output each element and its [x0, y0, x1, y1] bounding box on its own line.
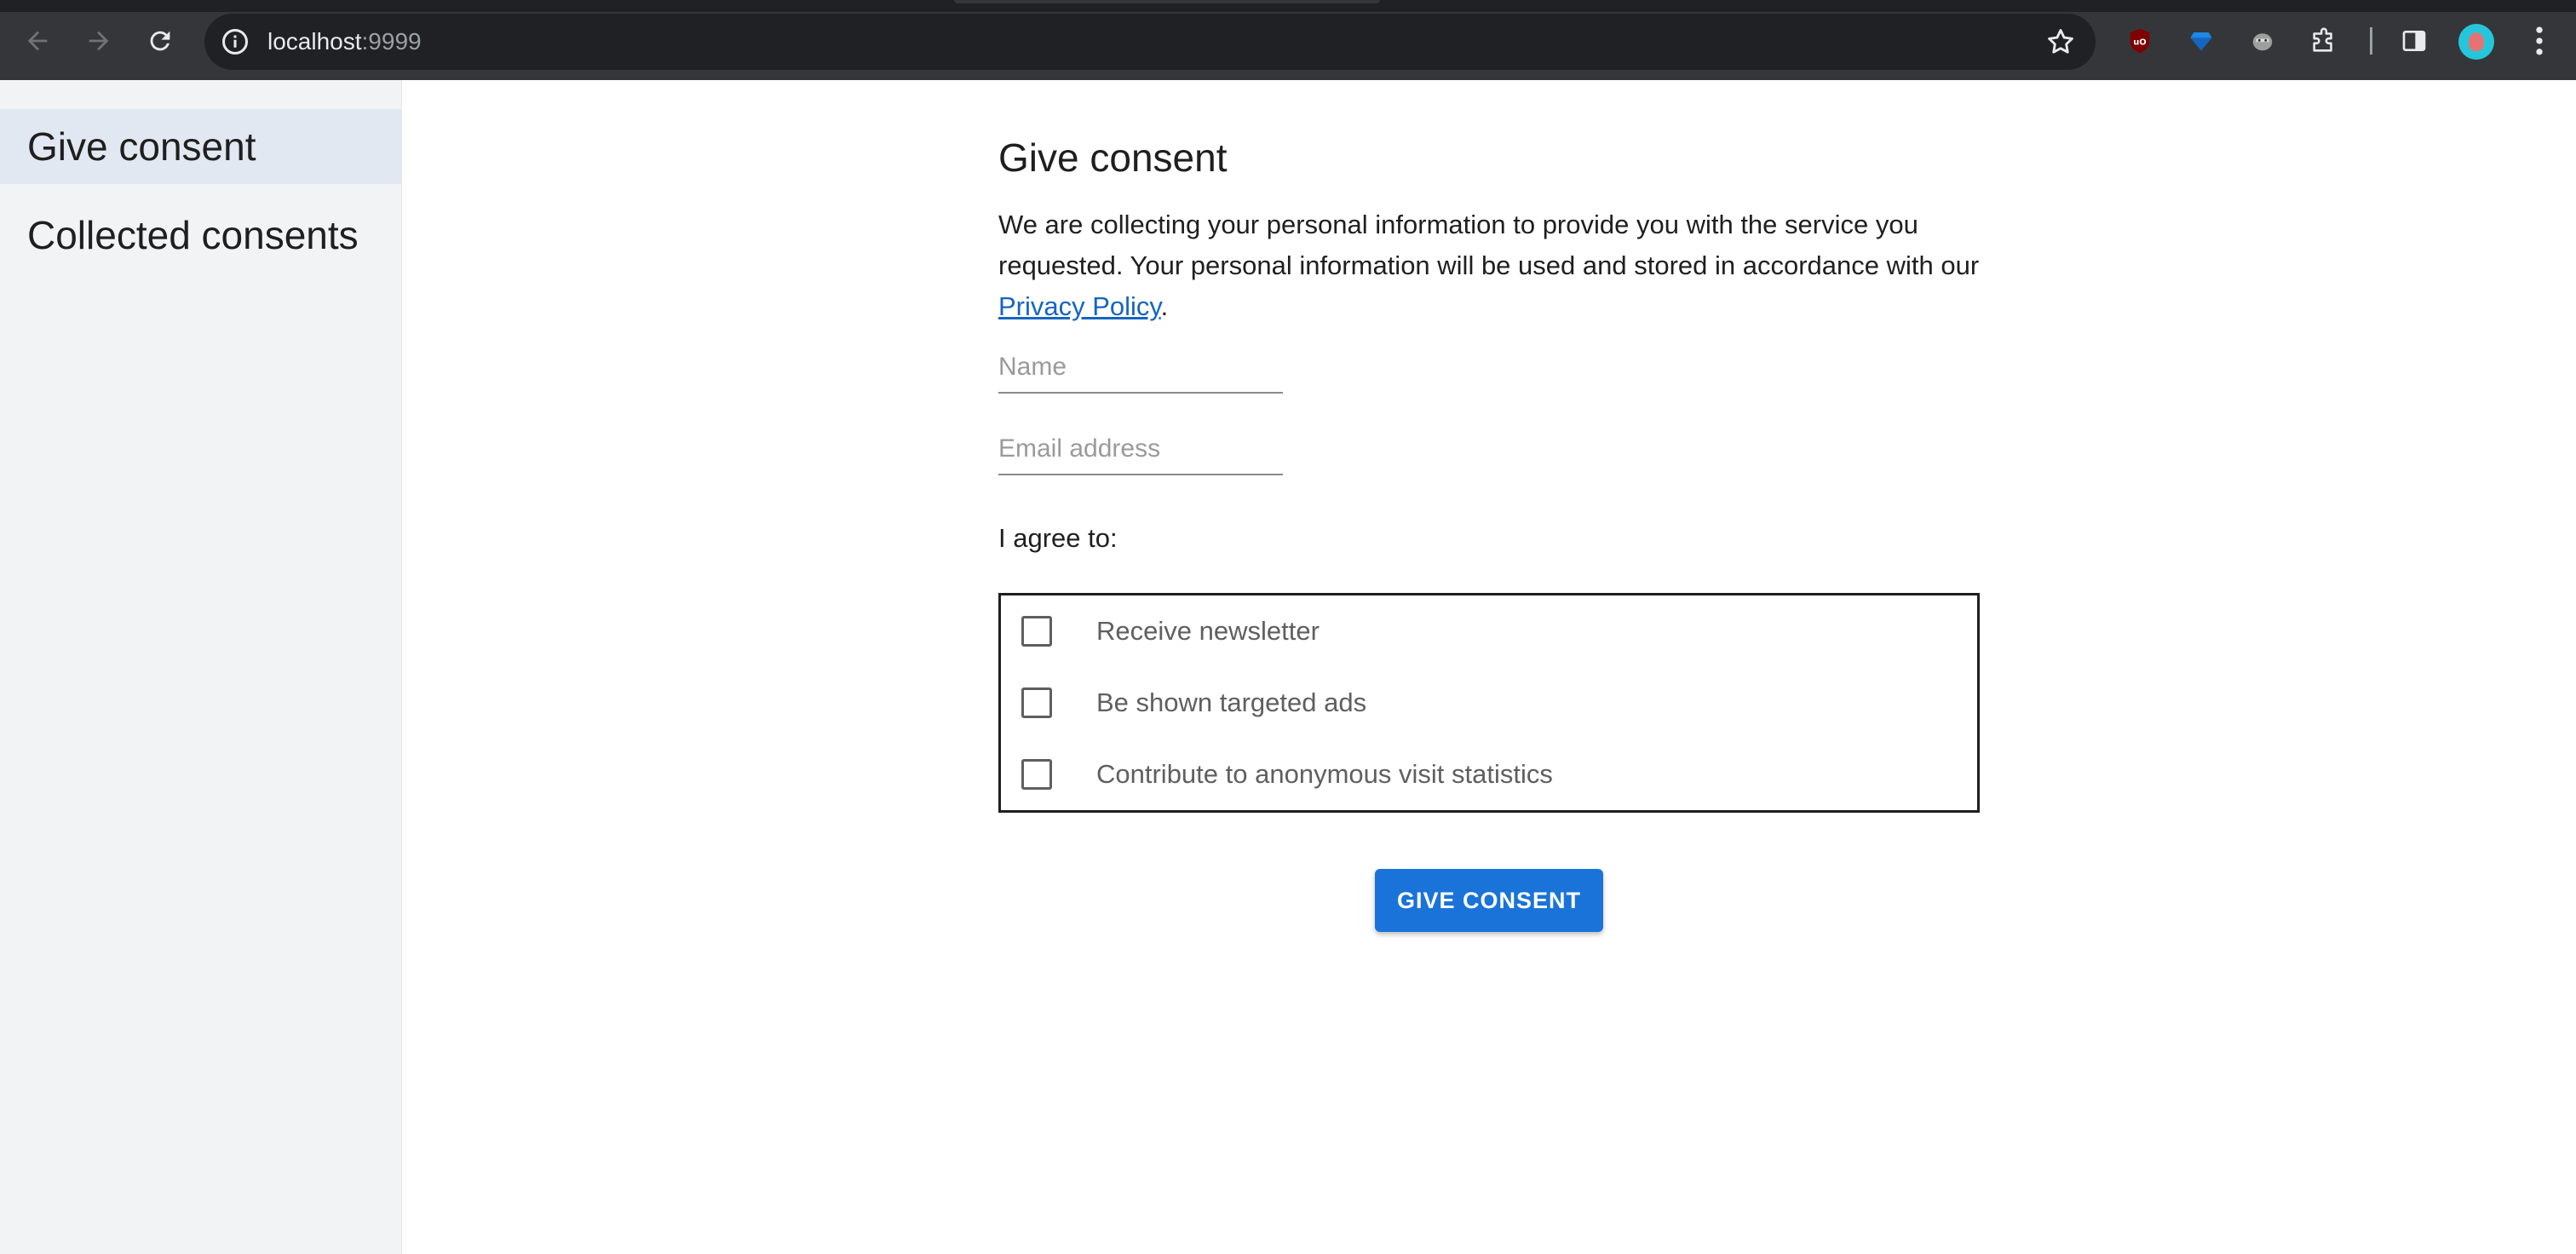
newsletter-checkbox[interactable]	[1021, 616, 1052, 647]
sidebar-nav: Give consent Collected consents	[0, 80, 402, 1254]
address-bar[interactable]: localhost:9999	[204, 14, 2096, 70]
reload-button[interactable]	[138, 19, 182, 63]
option-label: Be shown targeted ads	[1096, 687, 1367, 717]
agree-label: I agree to:	[998, 523, 1118, 553]
option-receive-newsletter[interactable]: Receive newsletter	[1021, 606, 1320, 657]
targeted-ads-checkbox[interactable]	[1021, 687, 1052, 718]
svg-text:uO: uO	[2133, 37, 2146, 47]
browser-toolbar: localhost:9999 uO	[0, 0, 2576, 80]
gem-extension-icon[interactable]	[2182, 22, 2220, 60]
forward-arrow-icon	[89, 31, 109, 51]
bookmark-star-icon[interactable]	[2044, 26, 2077, 58]
intro-text-body: We are collecting your personal informat…	[998, 210, 1980, 280]
site-info-icon[interactable]	[220, 26, 250, 57]
url-host: localhost	[267, 28, 362, 55]
option-label: Contribute to anonymous visit statistics	[1096, 759, 1553, 789]
visit-statistics-checkbox[interactable]	[1021, 759, 1052, 790]
side-panel-button[interactable]	[2395, 22, 2433, 60]
name-field[interactable]	[998, 342, 1283, 394]
ublock-shield-icon: uO	[2130, 28, 2150, 54]
intro-text-end: .	[1160, 291, 1169, 321]
puzzle-piece-icon	[2313, 27, 2332, 52]
intro-text: We are collecting your personal informat…	[998, 204, 1980, 327]
sidebar-item-label: Give consent	[27, 124, 256, 169]
email-field[interactable]	[998, 424, 1283, 475]
toolbar-separator	[2370, 27, 2372, 55]
option-visit-statistics[interactable]: Contribute to anonymous visit statistics	[1021, 749, 1553, 800]
back-arrow-icon	[27, 31, 48, 51]
give-consent-button[interactable]: GIVE CONSENT	[1375, 869, 1603, 932]
badger-icon	[2252, 33, 2273, 51]
option-targeted-ads[interactable]: Be shown targeted ads	[1021, 677, 1366, 728]
sidebar-item-give-consent[interactable]: Give consent	[0, 109, 402, 184]
reload-icon	[150, 31, 170, 51]
tab-strip	[0, 0, 2576, 12]
sidebar-item-label: Collected consents	[27, 213, 359, 257]
url-port: :9999	[361, 28, 422, 55]
ublock-extension-icon[interactable]: uO	[2121, 22, 2159, 60]
gem-icon	[2190, 32, 2212, 51]
url-text: localhost:9999	[267, 14, 422, 70]
forward-button[interactable]	[77, 19, 121, 63]
consent-options-group: Receive newsletter Be shown targeted ads…	[998, 593, 1980, 813]
privacy-policy-link[interactable]: Privacy Policy	[998, 291, 1161, 321]
more-options-icon[interactable]	[2527, 22, 2552, 60]
back-button[interactable]	[15, 19, 60, 63]
active-tab-indicator	[954, 0, 1380, 3]
privacy-extension-icon[interactable]	[2244, 22, 2281, 60]
option-label: Receive newsletter	[1096, 616, 1320, 646]
sidebar-item-collected-consents[interactable]: Collected consents	[0, 198, 402, 273]
profile-avatar[interactable]	[2458, 24, 2494, 60]
page-title: Give consent	[998, 135, 1228, 180]
extensions-button[interactable]	[2305, 22, 2343, 60]
side-panel-icon	[2402, 31, 2426, 51]
